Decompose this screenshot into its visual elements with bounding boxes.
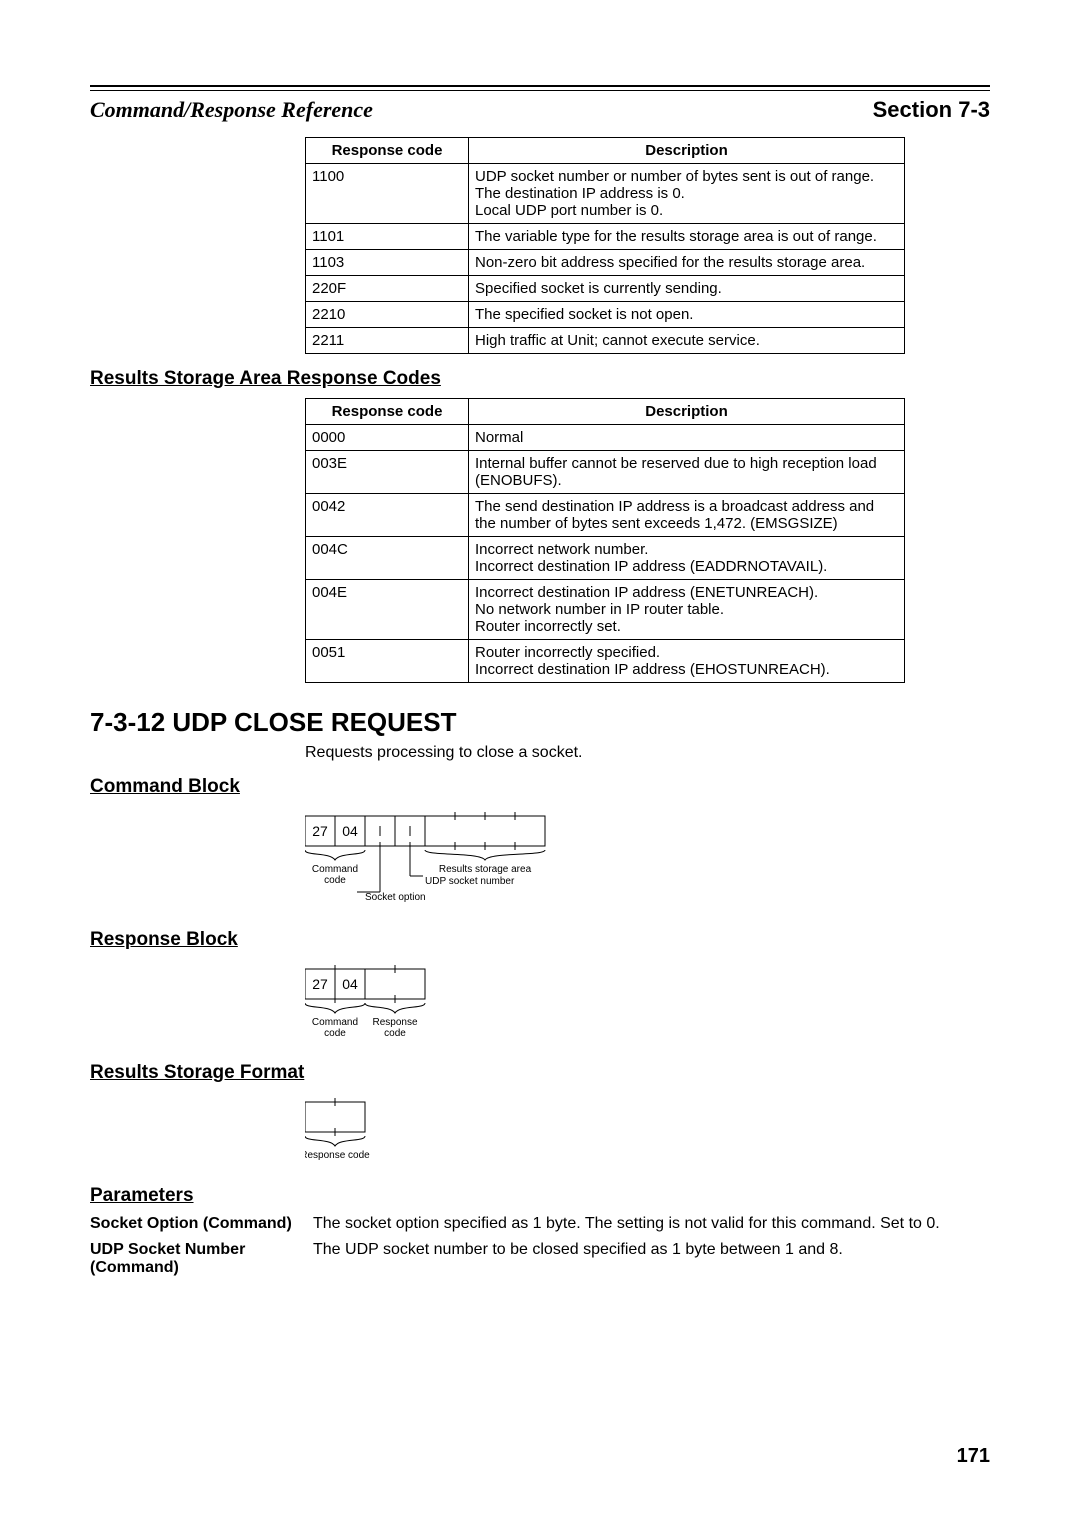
t1-r2-d: Non-zero bit address specified for the r… xyxy=(469,250,905,276)
header-left: Command/Response Reference xyxy=(90,97,373,123)
resp-b1: 04 xyxy=(342,976,358,992)
h-parameters: Parameters xyxy=(90,1185,990,1207)
response-code-table-2: Response code Description 0000Normal 003… xyxy=(305,398,905,683)
t1-r2-c: 1103 xyxy=(306,250,469,276)
resp-l-resp2: code xyxy=(384,1028,406,1039)
table-row: 2210The specified socket is not open. xyxy=(306,302,905,328)
response-code-table-1: Response code Description 1100UDP socket… xyxy=(305,137,905,354)
cmd-b0: 27 xyxy=(312,823,328,839)
table-row: 003EInternal buffer cannot be reserved d… xyxy=(306,451,905,494)
page-number: 171 xyxy=(957,1445,990,1468)
results-storage-format-diagram: Response code xyxy=(305,1092,990,1167)
param-socket-option: Socket Option (Command) The socket optio… xyxy=(90,1215,990,1233)
t1-head-desc: Description xyxy=(469,138,905,164)
t1-r0-c: 1100 xyxy=(306,164,469,224)
param-udp-socket-label: UDP Socket Number (Command) xyxy=(90,1241,313,1277)
table-row: 0042The send destination IP address is a… xyxy=(306,494,905,537)
table-row: 004CIncorrect network number. Incorrect … xyxy=(306,537,905,580)
h-results-storage-codes: Results Storage Area Response Codes xyxy=(90,368,990,390)
table-row: 1100UDP socket number or number of bytes… xyxy=(306,164,905,224)
resp-l-cmd2: code xyxy=(324,1028,346,1039)
t2-head-code: Response code xyxy=(306,399,469,425)
table-row: 0051Router incorrectly specified. Incorr… xyxy=(306,640,905,683)
t1-r5-c: 2211 xyxy=(306,328,469,354)
response-block-diagram: 27 04 Command code Response code xyxy=(305,959,990,1044)
resp-l-cmd: Command xyxy=(312,1017,358,1028)
intro-text: Requests processing to close a socket. xyxy=(305,744,990,762)
command-block-diagram: 27 04 Command code Results storage area … xyxy=(305,806,990,911)
page-header: Command/Response Reference Section 7-3 xyxy=(90,97,990,123)
h-command-block: Command Block xyxy=(90,776,990,798)
t2-r2-c: 0042 xyxy=(306,494,469,537)
h-response-block: Response Block xyxy=(90,929,990,951)
t1-r0-d: UDP socket number or number of bytes sen… xyxy=(469,164,905,224)
t2-r1-d: Internal buffer cannot be reserved due t… xyxy=(469,451,905,494)
table-row: 2211High traffic at Unit; cannot execute… xyxy=(306,328,905,354)
cmd-b1: 04 xyxy=(342,823,358,839)
param-socket-option-label: Socket Option (Command) xyxy=(90,1215,313,1233)
l-socket-option: Socket option xyxy=(365,892,426,903)
t2-r3-c: 004C xyxy=(306,537,469,580)
t2-r1-c: 003E xyxy=(306,451,469,494)
table-row: 004EIncorrect destination IP address (EN… xyxy=(306,580,905,640)
t2-r3-d: Incorrect network number. Incorrect dest… xyxy=(469,537,905,580)
t2-r5-d: Router incorrectly specified. Incorrect … xyxy=(469,640,905,683)
t2-r0-c: 0000 xyxy=(306,425,469,451)
t1-r1-c: 1101 xyxy=(306,224,469,250)
t1-r1-d: The variable type for the results storag… xyxy=(469,224,905,250)
header-section-label: Section xyxy=(873,97,952,122)
table-row: 220FSpecified socket is currently sendin… xyxy=(306,276,905,302)
header-section-num: 7-3 xyxy=(958,97,990,122)
param-socket-option-text: The socket option specified as 1 byte. T… xyxy=(313,1215,990,1233)
t2-r2-d: The send destination IP address is a bro… xyxy=(469,494,905,537)
t2-head-desc: Description xyxy=(469,399,905,425)
t2-r4-c: 004E xyxy=(306,580,469,640)
table-row: 0000Normal xyxy=(306,425,905,451)
table-row: 1101The variable type for the results st… xyxy=(306,224,905,250)
t2-r0-d: Normal xyxy=(469,425,905,451)
t1-r4-c: 2210 xyxy=(306,302,469,328)
l-results-storage: Results storage area xyxy=(439,864,532,875)
header-right: Section 7-3 xyxy=(873,97,990,123)
header-rule xyxy=(90,85,990,91)
t1-r3-c: 220F xyxy=(306,276,469,302)
l-udp-socket: UDP socket number xyxy=(425,876,515,887)
h-results-format: Results Storage Format xyxy=(90,1062,990,1084)
t2-r4-d: Incorrect destination IP address (ENETUN… xyxy=(469,580,905,640)
t1-r5-d: High traffic at Unit; cannot execute ser… xyxy=(469,328,905,354)
h-main: 7-3-12 UDP CLOSE REQUEST xyxy=(90,707,990,738)
t1-r3-d: Specified socket is currently sending. xyxy=(469,276,905,302)
l-command-code: Command xyxy=(312,864,358,875)
l-command-code2: code xyxy=(324,875,346,886)
resp-b0: 27 xyxy=(312,976,328,992)
t1-head-code: Response code xyxy=(306,138,469,164)
resp-l-resp: Response xyxy=(372,1017,417,1028)
t1-r4-d: The specified socket is not open. xyxy=(469,302,905,328)
t2-r5-c: 0051 xyxy=(306,640,469,683)
param-udp-socket: UDP Socket Number (Command) The UDP sock… xyxy=(90,1241,990,1277)
rsf-l: Response code xyxy=(305,1150,370,1161)
param-udp-socket-text: The UDP socket number to be closed speci… xyxy=(313,1241,990,1277)
table-row: 1103Non-zero bit address specified for t… xyxy=(306,250,905,276)
